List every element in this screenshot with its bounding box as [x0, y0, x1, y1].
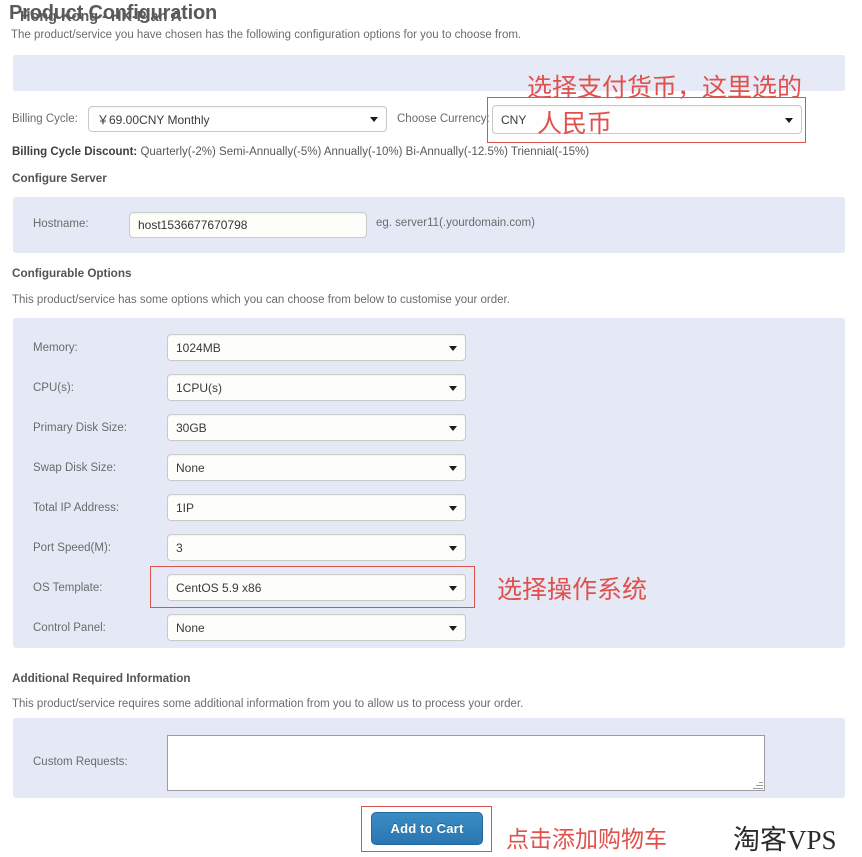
billing-cycle-select-value: ￥69.00CNY Monthly	[97, 112, 210, 127]
option-select-value: 1IP	[176, 500, 195, 515]
option-select-value: 1024MB	[176, 340, 221, 355]
chevron-down-icon	[449, 345, 457, 351]
chevron-down-icon	[370, 117, 378, 122]
chevron-down-icon	[449, 425, 457, 431]
option-select[interactable]: None	[167, 454, 466, 481]
configure-server-heading: Configure Server	[12, 172, 107, 185]
option-select[interactable]: 1IP	[167, 494, 466, 521]
product-banner	[13, 55, 845, 91]
billing-cycle-discount-values: Quarterly(-2%) Semi-Annually(-5%) Annual…	[140, 146, 590, 158]
billing-cycle-label: Billing Cycle:	[12, 113, 78, 125]
option-label: Port Speed(M):	[33, 542, 111, 554]
chevron-down-icon	[449, 625, 457, 631]
option-select[interactable]: CentOS 5.9 x86	[167, 574, 466, 601]
chevron-down-icon	[449, 505, 457, 511]
option-select-value: None	[176, 620, 205, 635]
option-label: Memory:	[33, 342, 78, 354]
currency-select-value: CNY	[501, 112, 527, 127]
page-subtitle: The product/service you have chosen has …	[11, 29, 522, 41]
configurable-options-note: This product/service has some options wh…	[12, 294, 510, 306]
option-label: Primary Disk Size:	[33, 422, 127, 434]
option-select[interactable]: 1CPU(s)	[167, 374, 466, 401]
option-select[interactable]: 30GB	[167, 414, 466, 441]
choose-currency-label: Choose Currency:	[397, 113, 490, 125]
billing-cycle-discount: Billing Cycle Discount: Quarterly(-2%) S…	[12, 146, 589, 158]
billing-cycle-select[interactable]: ￥69.00CNY Monthly	[88, 106, 387, 132]
chevron-down-icon	[449, 465, 457, 471]
option-label: CPU(s):	[33, 382, 74, 394]
option-label: Swap Disk Size:	[33, 462, 117, 474]
custom-requests-textarea[interactable]	[167, 735, 765, 791]
chevron-down-icon	[449, 585, 457, 591]
custom-requests-label: Custom Requests:	[33, 756, 128, 768]
option-label: Total IP Address:	[33, 502, 120, 514]
chevron-down-icon	[449, 545, 457, 551]
option-select[interactable]: 1024MB	[167, 334, 466, 361]
option-select[interactable]: 3	[167, 534, 466, 561]
configurable-options-heading: Configurable Options	[12, 267, 132, 280]
option-label: OS Template:	[33, 582, 103, 594]
option-select-value: 3	[176, 540, 183, 555]
option-select-value: 1CPU(s)	[176, 380, 223, 395]
additional-information-note: This product/service requires some addit…	[12, 698, 524, 710]
option-select-value: 30GB	[176, 420, 207, 435]
billing-cycle-discount-label: Billing Cycle Discount:	[12, 146, 138, 158]
chevron-down-icon	[785, 117, 793, 123]
hostname-hint: eg. server11(.yourdomain.com)	[376, 217, 535, 229]
additional-information-heading: Additional Required Information	[12, 672, 191, 685]
currency-select[interactable]: CNY	[492, 105, 802, 134]
watermark: 淘客VPS	[733, 825, 837, 855]
product-name-label: Hong Kong - HK-Plan A	[20, 9, 182, 25]
option-select-value: None	[176, 460, 205, 475]
hostname-label: Hostname:	[33, 218, 89, 230]
option-select-value: CentOS 5.9 x86	[176, 580, 262, 595]
option-label: Control Panel:	[33, 622, 106, 634]
hostname-input[interactable]	[129, 212, 367, 238]
chevron-down-icon	[449, 385, 457, 391]
add-to-cart-button[interactable]: Add to Cart	[371, 812, 483, 845]
option-select[interactable]: None	[167, 614, 466, 641]
annotation-text-add-to-cart: 点击添加购物车	[506, 827, 667, 852]
